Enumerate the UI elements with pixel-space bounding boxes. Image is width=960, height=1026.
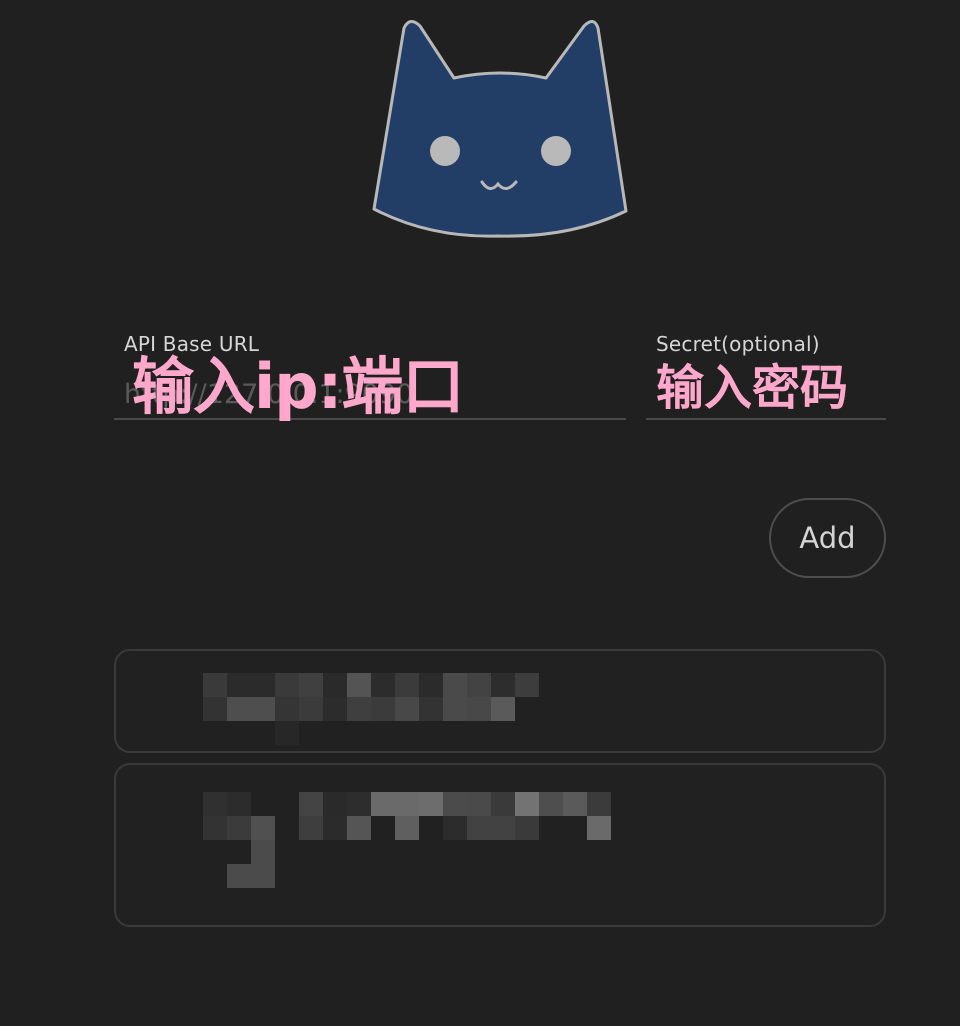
redaction-pixel bbox=[563, 792, 587, 816]
redaction-pixel bbox=[347, 816, 371, 840]
secret-input[interactable] bbox=[646, 370, 886, 420]
redaction-pixel bbox=[347, 792, 371, 816]
redaction-pixel bbox=[395, 816, 419, 840]
redaction-pixel bbox=[371, 697, 395, 721]
redaction-pixel bbox=[539, 792, 563, 816]
cat-right-eye bbox=[541, 136, 571, 166]
redaction-pixel bbox=[467, 816, 491, 840]
api-base-url-input[interactable] bbox=[114, 370, 626, 420]
backend-item-1[interactable] bbox=[114, 649, 886, 753]
redaction-pixel bbox=[323, 697, 347, 721]
redaction-pixel bbox=[227, 864, 251, 888]
redaction-pixel bbox=[323, 792, 347, 816]
redaction-pixel bbox=[347, 673, 371, 697]
redaction-pixel bbox=[419, 697, 443, 721]
redaction-pixel bbox=[371, 673, 395, 697]
redaction-pixel bbox=[491, 673, 515, 697]
redaction-pixel bbox=[227, 816, 251, 840]
redaction-pixel bbox=[467, 697, 491, 721]
cat-left-eye bbox=[430, 136, 460, 166]
backend-item-2[interactable] bbox=[114, 763, 886, 927]
redaction-pixel bbox=[275, 697, 299, 721]
redaction-pixel bbox=[515, 816, 539, 840]
redaction-pixel bbox=[251, 673, 275, 697]
redaction-pixel bbox=[227, 697, 251, 721]
redaction-pixel bbox=[299, 673, 323, 697]
redaction-pixel bbox=[275, 721, 299, 745]
redaction-pixel bbox=[395, 673, 419, 697]
redaction-pixel bbox=[227, 792, 251, 816]
redaction-pixel bbox=[299, 697, 323, 721]
redaction-pixel bbox=[491, 792, 515, 816]
redaction-pixel bbox=[299, 792, 323, 816]
redaction-pixel bbox=[251, 840, 275, 864]
redaction-pixel bbox=[395, 697, 419, 721]
redaction-pixel bbox=[515, 673, 539, 697]
secret-label: Secret(optional) bbox=[656, 332, 820, 356]
redaction-pixel bbox=[323, 673, 347, 697]
redaction-pixel bbox=[251, 697, 275, 721]
redaction-pixel bbox=[371, 792, 395, 816]
api-base-url-field: API Base URL bbox=[114, 332, 626, 428]
redaction-pixel bbox=[203, 673, 227, 697]
redaction-pixel bbox=[275, 673, 299, 697]
redaction-pixel bbox=[491, 816, 515, 840]
redaction-pixel bbox=[419, 792, 443, 816]
redaction-pixel bbox=[587, 792, 611, 816]
redaction-pixel bbox=[299, 816, 323, 840]
redaction-pixel bbox=[491, 697, 515, 721]
redaction-pixel bbox=[323, 816, 347, 840]
add-button[interactable]: Add bbox=[769, 498, 886, 578]
redaction-pixel bbox=[443, 816, 467, 840]
redaction-pixel bbox=[467, 792, 491, 816]
redaction-pixel bbox=[395, 792, 419, 816]
redaction-pixel bbox=[227, 673, 251, 697]
api-base-url-label: API Base URL bbox=[124, 332, 260, 356]
redaction-pixel bbox=[203, 792, 227, 816]
redaction-pixel bbox=[203, 816, 227, 840]
cat-head-shape bbox=[372, 20, 628, 238]
redaction-pixel bbox=[443, 673, 467, 697]
redaction-pixel bbox=[587, 816, 611, 840]
redaction-pixel bbox=[347, 697, 371, 721]
redaction-pixel bbox=[251, 864, 275, 888]
redaction-pixel bbox=[419, 673, 443, 697]
redaction-pixel bbox=[515, 792, 539, 816]
redaction-pixel bbox=[251, 816, 275, 840]
app-root: API Base URL Secret(optional) 输入ip:端口 输入… bbox=[0, 0, 960, 1026]
redaction-pixel bbox=[467, 673, 491, 697]
redaction-pixel bbox=[203, 697, 227, 721]
cat-logo-icon bbox=[372, 20, 628, 238]
redaction-pixel bbox=[443, 792, 467, 816]
redaction-pixel bbox=[443, 697, 467, 721]
secret-field: Secret(optional) bbox=[646, 332, 886, 428]
